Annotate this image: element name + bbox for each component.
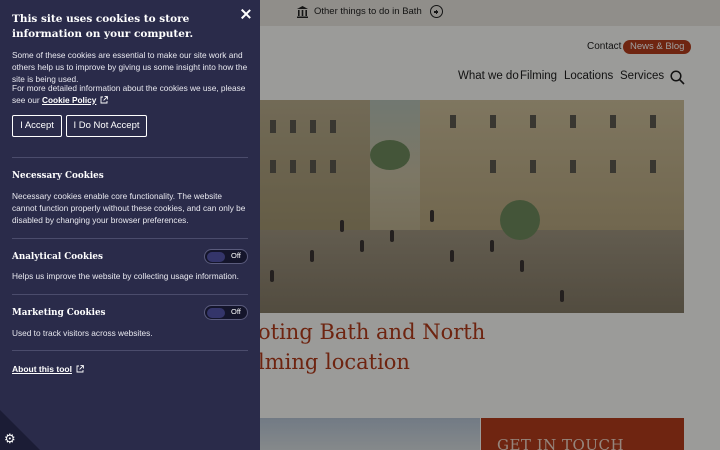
- divider: [12, 157, 248, 158]
- gear-icon[interactable]: ⚙: [4, 432, 18, 446]
- toggle-state: Off: [231, 251, 241, 260]
- toggle-state: Off: [231, 307, 241, 316]
- external-link-icon: [100, 96, 109, 104]
- about-tool-link[interactable]: About this tool: [12, 364, 84, 374]
- necessary-cookies-text: Necessary cookies enable core functional…: [12, 191, 246, 225]
- analytical-cookies-toggle[interactable]: Off: [204, 249, 248, 264]
- marketing-cookies-text: Used to track visitors across websites.: [12, 328, 153, 338]
- cookie-panel: This site uses cookies to store informat…: [0, 0, 260, 450]
- cookie-more-info: For more detailed information about the …: [12, 83, 246, 105]
- analytical-cookies-text: Helps us improve the website by collecti…: [12, 271, 239, 281]
- necessary-cookies-title: Necessary Cookies: [12, 171, 104, 181]
- external-link-icon: [76, 365, 84, 373]
- marketing-cookies-title: Marketing Cookies: [12, 308, 106, 318]
- close-icon[interactable]: [240, 8, 252, 20]
- accept-button[interactable]: I Accept: [12, 115, 62, 137]
- divider: [12, 350, 248, 351]
- marketing-cookies-toggle[interactable]: Off: [204, 305, 248, 320]
- divider: [12, 238, 248, 239]
- cookie-intro-text: Some of these cookies are essential to m…: [12, 50, 248, 84]
- analytical-cookies-title: Analytical Cookies: [12, 252, 103, 262]
- reject-button[interactable]: I Do Not Accept: [66, 115, 147, 137]
- cookie-policy-link[interactable]: Cookie Policy: [42, 95, 96, 105]
- cookie-panel-title: This site uses cookies to store informat…: [12, 13, 194, 40]
- divider: [12, 294, 248, 295]
- toggle-knob: [207, 307, 225, 318]
- toggle-knob: [207, 251, 225, 262]
